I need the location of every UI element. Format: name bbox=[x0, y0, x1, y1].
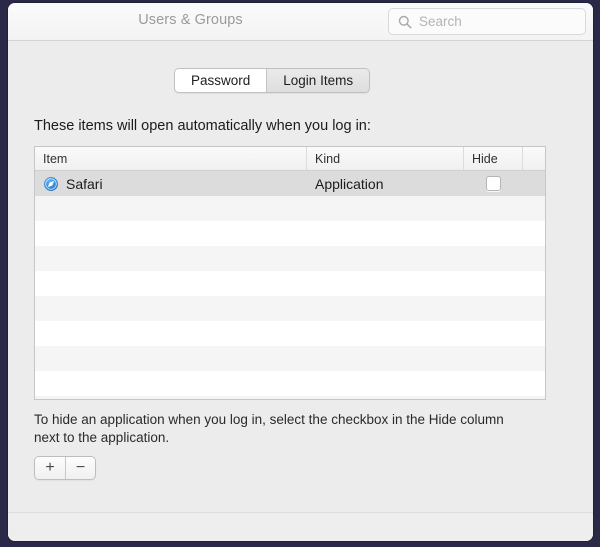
table-header-row: Item Kind Hide bbox=[35, 147, 545, 171]
cell-item: Safari bbox=[35, 176, 307, 192]
column-header-hide[interactable]: Hide bbox=[464, 147, 523, 170]
add-login-item-button[interactable]: + bbox=[35, 457, 65, 479]
preferences-window: Users & Groups Search Password Login Ite… bbox=[8, 3, 593, 541]
toolbar: Users & Groups Search bbox=[8, 3, 593, 41]
empty-row bbox=[35, 346, 545, 371]
empty-row bbox=[35, 371, 545, 396]
login-items-table: Item Kind Hide Safari Application bbox=[34, 146, 546, 400]
search-icon bbox=[398, 15, 412, 29]
hide-checkbox[interactable] bbox=[486, 176, 501, 191]
remove-login-item-button[interactable]: − bbox=[65, 457, 95, 479]
window-bottom-strip bbox=[8, 512, 593, 541]
empty-row bbox=[35, 321, 545, 346]
preference-pane-body: Password Login Items These items will op… bbox=[8, 41, 593, 512]
empty-row bbox=[35, 271, 545, 296]
empty-row bbox=[35, 396, 545, 399]
page-title: Users & Groups bbox=[138, 12, 243, 28]
add-remove-button-group: + − bbox=[34, 456, 96, 480]
tab-group: Password Login Items bbox=[174, 68, 371, 93]
search-input[interactable]: Search bbox=[388, 8, 586, 35]
cell-hide bbox=[464, 176, 523, 191]
column-header-spacer bbox=[523, 147, 545, 170]
column-header-kind[interactable]: Kind bbox=[307, 147, 464, 170]
table-row[interactable]: Safari Application bbox=[35, 171, 545, 196]
cell-kind: Application bbox=[315, 175, 384, 192]
column-header-item[interactable]: Item bbox=[35, 147, 307, 170]
empty-row bbox=[35, 196, 545, 221]
tab-password[interactable]: Password bbox=[175, 69, 267, 92]
empty-row bbox=[35, 246, 545, 271]
tab-login-items[interactable]: Login Items bbox=[266, 69, 370, 92]
empty-row bbox=[35, 296, 545, 321]
row-item-label: Safari bbox=[66, 175, 103, 192]
safari-compass-icon bbox=[43, 175, 59, 192]
empty-row bbox=[35, 221, 545, 246]
instruction-label: These items will open automatically when… bbox=[34, 118, 371, 134]
table-body: Safari Application bbox=[35, 171, 545, 399]
search-placeholder: Search bbox=[419, 14, 462, 29]
help-text: To hide an application when you log in, … bbox=[34, 412, 504, 445]
